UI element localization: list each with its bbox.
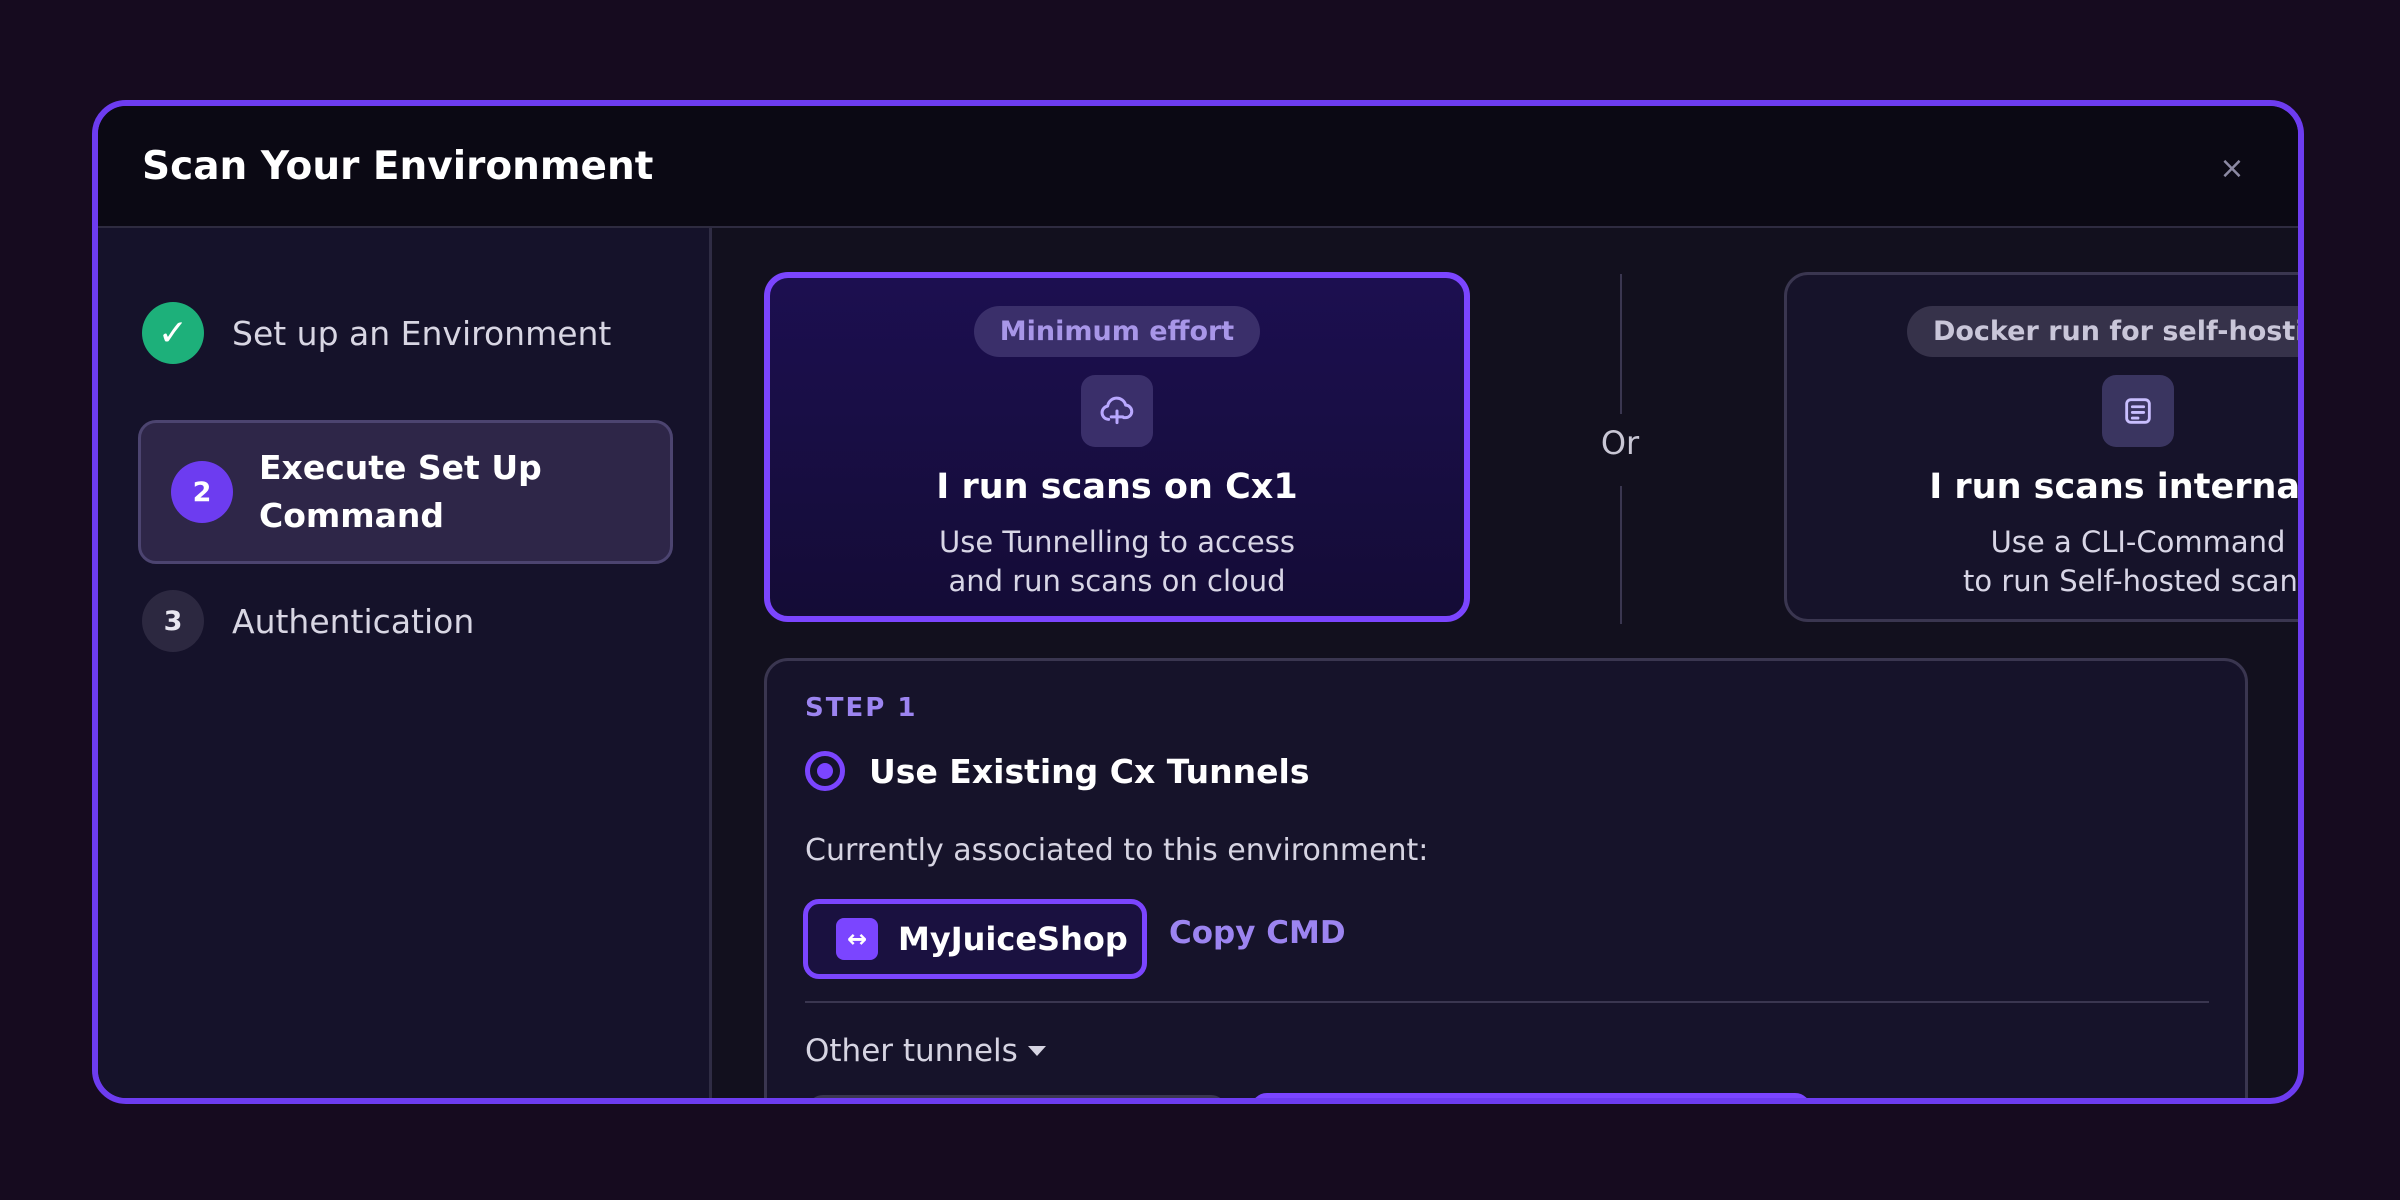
step-label: Execute Set Up Command [259, 448, 542, 535]
card-desc-line: to run Self-hosted scans [1962, 564, 2304, 598]
cloud-plus-icon [1081, 375, 1153, 447]
tunnel-name: MyJuiceShop [898, 920, 1128, 958]
divider [805, 1001, 2209, 1003]
card-desc-line: Use a CLI-Command [1990, 525, 2286, 559]
tunnel-option-card[interactable] [807, 1095, 1227, 1098]
divider-line [1620, 274, 1622, 414]
step-number: 3 [142, 590, 204, 652]
step-label: Authentication [232, 601, 475, 641]
or-divider: Or [1600, 274, 1640, 624]
tunnel-option-card[interactable] [1251, 1093, 1811, 1098]
option-card-cx1[interactable]: Minimum effort I run scans on Cx1 Use Tu… [764, 272, 1470, 622]
step-number: 2 [171, 461, 233, 523]
radio-selected-icon[interactable] [805, 751, 845, 791]
modal-header: Scan Your Environment × [98, 106, 2298, 228]
card-desc-line: and run scans on cloud [948, 564, 1286, 598]
other-tunnels-dropdown[interactable]: Other tunnels [805, 1033, 1046, 1069]
card-title: I run scans internally [1929, 467, 2300, 507]
hosting-badge: Docker run for self-hosting [1906, 306, 2298, 357]
scan-environment-modal: Scan Your Environment × ✓ Set up an Envi… [92, 100, 2304, 1104]
effort-badge: Minimum effort [973, 306, 1261, 357]
copy-cmd-link[interactable]: Copy CMD [1169, 915, 1346, 951]
wizard-step-authentication[interactable]: 3 Authentication [142, 590, 662, 652]
card-desc-line: Use Tunnelling to access [939, 525, 1295, 559]
use-existing-tunnels-option[interactable]: Use Existing Cx Tunnels [805, 751, 1309, 791]
close-icon[interactable]: × [2214, 150, 2250, 186]
card-title: I run scans on Cx1 [936, 467, 1298, 507]
other-tunnels-label: Other tunnels [805, 1033, 1018, 1069]
wizard-step-execute-command[interactable]: 2 Execute Set Up Command [138, 420, 673, 564]
tunnel-chip[interactable]: ↔ MyJuiceShop [803, 899, 1147, 979]
card-description: Use Tunnelling to access and run scans o… [770, 523, 1464, 601]
document-icon [2102, 375, 2174, 447]
wizard-step-setup-environment[interactable]: ✓ Set up an Environment [142, 302, 662, 364]
step-1-panel: STEP 1 Use Existing Cx Tunnels Currently… [764, 658, 2248, 1098]
or-label: Or [1600, 424, 1640, 462]
tunnel-arrows-icon: ↔ [836, 918, 878, 960]
wizard-main: Minimum effort I run scans on Cx1 Use Tu… [712, 228, 2298, 1098]
wizard-sidebar: ✓ Set up an Environment 2 Execute Set Up… [98, 228, 712, 1098]
divider-line [1620, 486, 1622, 624]
radio-label: Use Existing Cx Tunnels [869, 751, 1310, 791]
card-description: Use a CLI-Command to run Self-hosted sca… [1787, 523, 2304, 601]
associated-label: Currently associated to this environment… [805, 833, 1429, 868]
step-kicker: STEP 1 [805, 693, 918, 723]
check-icon: ✓ [142, 302, 204, 364]
step-label: Set up an Environment [232, 313, 612, 353]
option-card-internal[interactable]: Docker run for self-hosting I run scans … [1784, 272, 2304, 622]
modal-title: Scan Your Environment [142, 144, 654, 189]
caret-down-icon [1027, 1046, 1046, 1056]
